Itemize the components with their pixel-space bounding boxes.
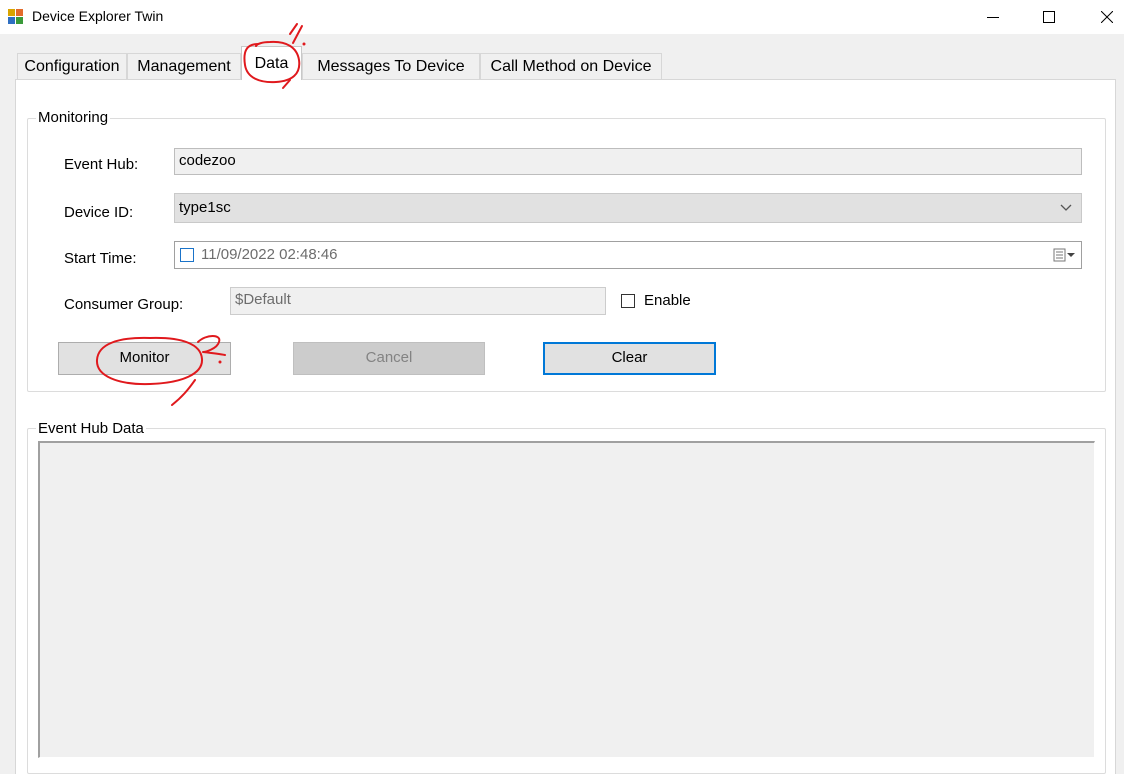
enable-checkbox[interactable] (621, 294, 635, 308)
clear-button[interactable]: Clear (543, 342, 716, 375)
event-hub-data-textarea[interactable] (38, 441, 1095, 758)
event-hub-field[interactable]: codezoo (174, 148, 1082, 175)
consumer-group-field[interactable]: $Default (230, 287, 606, 315)
maximize-icon (1043, 11, 1055, 23)
monitor-button[interactable]: Monitor (58, 342, 231, 375)
start-time-checkbox[interactable] (180, 248, 194, 262)
tab-messages-to-device[interactable]: Messages To Device (302, 53, 480, 79)
chevron-down-icon (1060, 204, 1072, 211)
window-title: Device Explorer Twin (32, 8, 164, 24)
start-time-value: 11/09/2022 02:48:46 (201, 246, 338, 263)
device-id-value: type1sc (179, 199, 231, 216)
minimize-button[interactable] (964, 0, 1022, 34)
device-id-label: Device ID: (64, 204, 134, 221)
close-button[interactable] (1078, 0, 1124, 34)
title-bar: Device Explorer Twin (0, 0, 1124, 34)
maximize-button[interactable] (1020, 0, 1078, 34)
device-id-dropdown[interactable]: type1sc (174, 193, 1082, 223)
close-icon (1101, 11, 1113, 23)
monitoring-group-title: Monitoring (36, 109, 111, 126)
tab-management[interactable]: Management (127, 53, 241, 79)
tab-call-method-on-device[interactable]: Call Method on Device (480, 53, 662, 79)
calendar-dropdown-icon[interactable] (1053, 248, 1077, 262)
minimize-icon (987, 17, 999, 18)
tab-data[interactable]: Data (241, 46, 302, 80)
tab-configuration[interactable]: Configuration (17, 53, 127, 79)
start-time-picker[interactable]: 11/09/2022 02:48:46 (174, 241, 1082, 269)
start-time-label: Start Time: (64, 250, 137, 267)
app-icon (8, 9, 24, 25)
enable-label[interactable]: Enable (644, 292, 691, 309)
cancel-button[interactable]: Cancel (293, 342, 485, 375)
event-hub-data-group-title: Event Hub Data (36, 420, 146, 437)
consumer-group-label: Consumer Group: (64, 296, 184, 313)
event-hub-label: Event Hub: (64, 156, 139, 173)
